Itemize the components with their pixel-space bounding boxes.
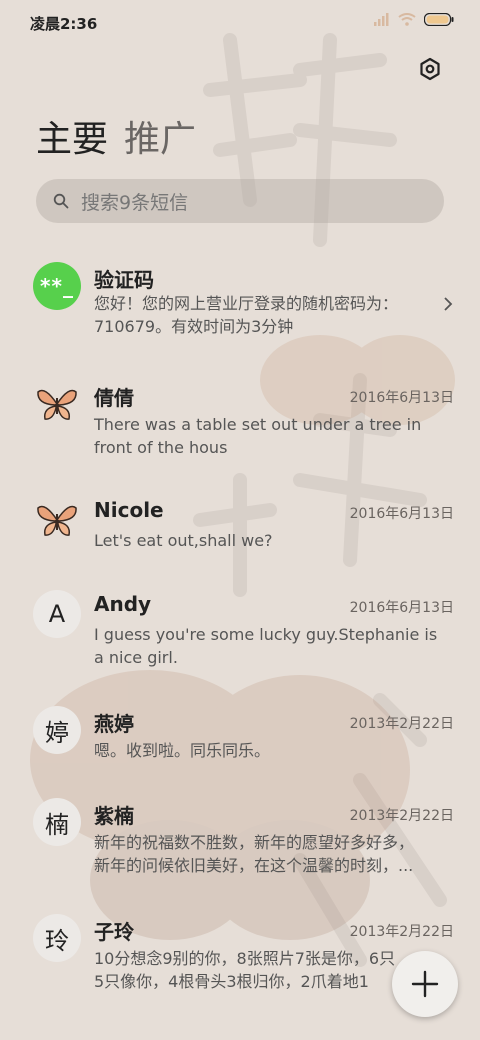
butterfly-icon xyxy=(37,389,77,420)
message-date: 2013年2月22日 xyxy=(349,808,454,824)
tab-main[interactable]: 主要 xyxy=(36,110,108,162)
contact-name: 倩倩 xyxy=(94,386,134,410)
message-preview: Let's eat out,shall we? xyxy=(94,529,456,552)
preview-line: I guess you're some lucky guy.Stephanie … xyxy=(94,625,438,644)
signal-icon xyxy=(374,13,389,26)
tab-promotions[interactable]: 推广 xyxy=(124,110,196,162)
conversation-item[interactable]: 楠 紫楠 2013年2月22日 新年的祝福数不胜数，新年的愿望好多好多， 新年的… xyxy=(0,796,480,886)
contact-name: 燕婷 xyxy=(94,712,134,736)
search-icon xyxy=(53,193,69,209)
preview-line: front of the hous xyxy=(94,438,228,457)
butterfly-icon xyxy=(37,505,77,536)
status-icons xyxy=(374,13,454,26)
preview-line: There was a table set out under a tree i… xyxy=(94,415,422,434)
avatar: A xyxy=(33,590,81,638)
contact-name: 紫楠 xyxy=(94,804,134,828)
preview-line: 您好！您的网上营业厅登录的随机密码为： xyxy=(94,294,399,313)
contact-name: Andy xyxy=(94,592,152,616)
message-date: 2016年6月13日 xyxy=(349,600,454,616)
gear-icon xyxy=(420,57,440,81)
message-preview: There was a table set out under a tree i… xyxy=(94,413,456,459)
message-preview: 新年的祝福数不胜数，新年的愿望好多好多， 新年的问候依旧美好，在这个温馨的时刻，… xyxy=(94,831,456,877)
conversation-item[interactable]: **_ 验证码 您好！您的网上营业厅登录的随机密码为： 710679。有效时间为… xyxy=(0,260,480,350)
avatar-letter: 婷 xyxy=(45,718,69,747)
message-date: 2013年2月22日 xyxy=(349,924,454,940)
conversation-item[interactable]: A Andy 2016年6月13日 I guess you're some lu… xyxy=(0,588,480,678)
message-date: 2016年6月13日 xyxy=(349,506,454,522)
message-preview: 嗯。收到啦。同乐同乐。 xyxy=(94,739,456,762)
message-date: 2013年2月22日 xyxy=(349,716,454,732)
avatar-letter: 玲 xyxy=(45,926,69,955)
avatar-badge-text: **_ xyxy=(40,274,74,298)
chevron-right-icon xyxy=(444,297,453,311)
contact-name: 验证码 xyxy=(94,268,154,292)
preview-line: Let's eat out,shall we? xyxy=(94,531,273,550)
settings-button[interactable] xyxy=(418,57,442,81)
message-preview: I guess you're some lucky guy.Stephanie … xyxy=(94,623,456,669)
preview-line: 新年的问候依旧美好，在这个温馨的时刻，... xyxy=(94,856,414,875)
status-bar: 凌晨2:36 xyxy=(0,0,480,44)
message-date: 2016年6月13日 xyxy=(349,390,454,406)
message-preview: 您好！您的网上营业厅登录的随机密码为： 710679。有效时间为3分钟 xyxy=(94,292,440,338)
avatar: **_ xyxy=(33,262,81,310)
tab-bar: 主要 推广 xyxy=(36,110,196,162)
avatar: 婷 xyxy=(33,706,81,754)
preview-line: a nice girl. xyxy=(94,648,178,667)
avatar xyxy=(33,380,81,428)
avatar xyxy=(33,496,81,544)
preview-line: 嗯。收到啦。同乐同乐。 xyxy=(94,741,271,760)
compose-button[interactable] xyxy=(392,951,458,1017)
preview-line: 710679。有效时间为3分钟 xyxy=(94,317,294,336)
plus-icon xyxy=(411,970,439,998)
contact-name: Nicole xyxy=(94,498,164,522)
contact-name: 子玲 xyxy=(94,920,134,944)
avatar: 楠 xyxy=(33,798,81,846)
battery-icon xyxy=(424,13,454,26)
avatar-letter: A xyxy=(48,600,66,628)
conversation-item[interactable]: 婷 燕婷 2013年2月22日 嗯。收到啦。同乐同乐。 xyxy=(0,704,480,774)
search-input[interactable]: 搜索9条短信 xyxy=(36,179,444,223)
search-placeholder: 搜索9条短信 xyxy=(81,191,189,214)
conversation-item[interactable]: 倩倩 2016年6月13日 There was a table set out … xyxy=(0,378,480,468)
wifi-icon xyxy=(398,13,416,26)
avatar-letter: 楠 xyxy=(45,810,69,839)
avatar: 玲 xyxy=(33,914,81,962)
preview-line: 新年的祝福数不胜数，新年的愿望好多好多， xyxy=(94,833,415,852)
conversation-item[interactable]: Nicole 2016年6月13日 Let's eat out,shall we… xyxy=(0,494,480,564)
status-time: 凌晨2:36 xyxy=(30,15,98,33)
